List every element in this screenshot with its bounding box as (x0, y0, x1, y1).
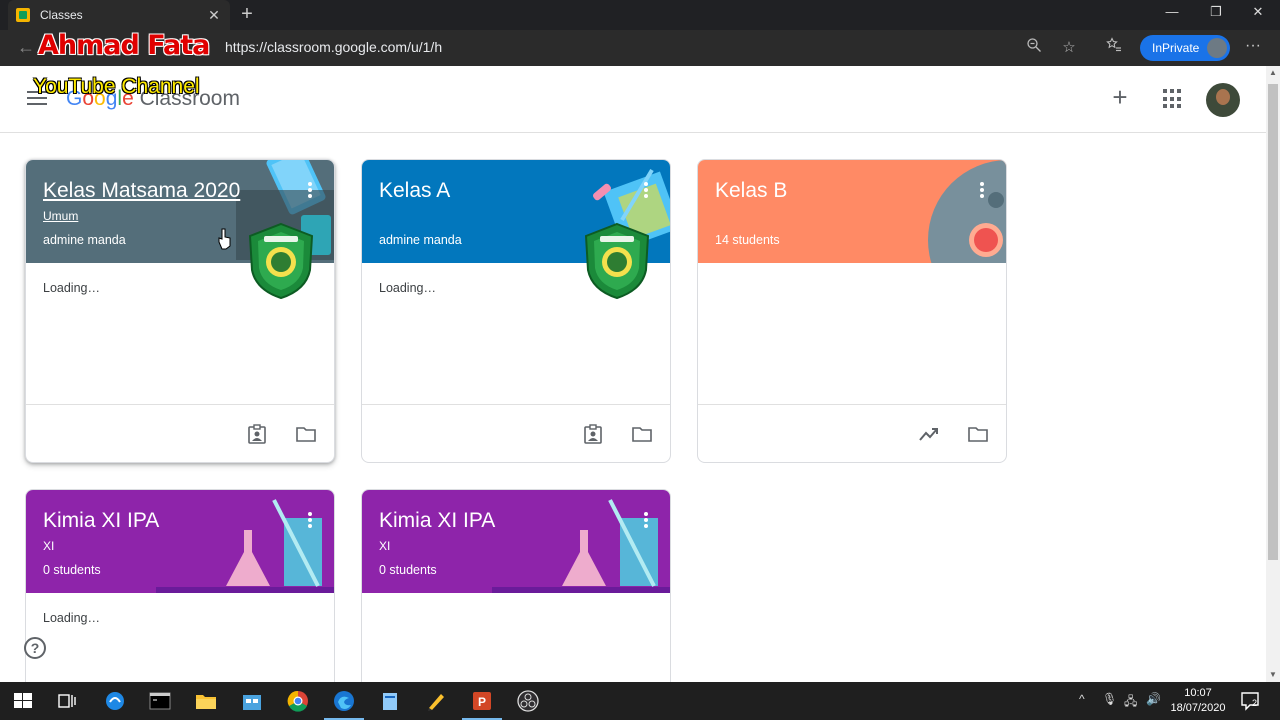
folder-icon[interactable] (296, 424, 316, 444)
class-card-banner[interactable]: Kelas B 14 students (698, 160, 1006, 263)
back-arrow-icon[interactable]: ← (14, 36, 38, 60)
profile-avatar (1207, 38, 1227, 58)
class-title-link[interactable]: Kimia XI IPA (43, 509, 159, 533)
classroom-favicon-icon (16, 8, 30, 22)
class-student-count: 0 students (379, 563, 437, 577)
class-owner: admine manda (379, 233, 462, 247)
url-field[interactable]: https://classroom.google.com/u/1/h (225, 39, 442, 55)
class-loading-text: Loading… (43, 281, 100, 295)
browser-tab-classes[interactable]: Classes ✕ (8, 0, 230, 30)
notification-count: 2 (1252, 698, 1258, 708)
folder-icon[interactable] (968, 424, 988, 444)
class-title-link[interactable]: Kelas Matsama 2020 (43, 179, 240, 203)
zoom-icon[interactable] (1023, 37, 1045, 59)
trending-up-icon[interactable] (919, 424, 939, 444)
class-options-icon[interactable] (644, 512, 648, 528)
class-owner: admine manda (43, 233, 126, 247)
svg-text:P: P (478, 695, 486, 709)
class-title-link[interactable]: Kelas B (715, 179, 787, 203)
class-section[interactable]: Umum (43, 209, 78, 223)
edge-icon[interactable] (333, 690, 355, 712)
class-loading-text: Loading… (43, 611, 100, 625)
watermark-title: Ahmad Fata (38, 30, 210, 61)
pen-icon[interactable] (425, 690, 447, 712)
banner-illustration-icon (928, 160, 1006, 263)
class-student-count: 14 students (715, 233, 780, 247)
class-options-icon[interactable] (644, 182, 648, 198)
minimize-button[interactable]: — (1150, 0, 1194, 30)
scroll-down-arrow-icon[interactable]: ▼ (1266, 668, 1280, 682)
terminal-icon[interactable] (149, 690, 171, 712)
class-options-icon[interactable] (308, 512, 312, 528)
class-card[interactable]: Kelas B 14 students (697, 159, 1007, 463)
google-apps-icon[interactable] (1163, 89, 1183, 109)
taskbar-clock[interactable]: 10:07 18/07/2020 (1168, 686, 1228, 716)
class-card[interactable]: Kelas A admine manda Loading… (361, 159, 671, 463)
account-avatar[interactable] (1206, 83, 1240, 117)
student-work-icon[interactable] (247, 424, 267, 444)
powerpoint-icon[interactable]: P (471, 690, 493, 712)
chrome-icon[interactable] (287, 690, 309, 712)
obs-icon[interactable] (517, 690, 539, 712)
browser-tab-bar: Classes ✕ + — ❐ ✕ (0, 0, 1280, 30)
class-card-footer (698, 404, 1006, 462)
microphone-icon[interactable]: 🎙 (1102, 692, 1117, 706)
class-student-count: 0 students (43, 563, 101, 577)
banner-illustration-icon (492, 499, 670, 593)
favorite-star-icon[interactable]: ☆ (1058, 37, 1080, 59)
class-options-icon[interactable] (980, 182, 984, 198)
school-badge-icon (248, 222, 314, 300)
restore-button[interactable]: ❐ (1194, 0, 1238, 30)
class-title-link[interactable]: Kimia XI IPA (379, 509, 495, 533)
close-window-button[interactable]: ✕ (1236, 0, 1280, 30)
network-icon[interactable]: 🖧 (1124, 692, 1137, 713)
task-view-icon[interactable] (56, 690, 78, 712)
favorites-list-icon[interactable] (1103, 37, 1125, 59)
class-card-banner[interactable]: Kimia XI IPA XI 0 students (26, 490, 334, 593)
class-options-icon[interactable] (308, 182, 312, 198)
store-icon[interactable] (241, 690, 263, 712)
class-title-link[interactable]: Kelas A (379, 179, 450, 203)
class-card-banner[interactable]: Kimia XI IPA XI 0 students (362, 490, 670, 593)
new-tab-button[interactable]: + (236, 4, 258, 26)
school-badge-icon (584, 222, 650, 300)
show-hidden-icons-icon[interactable]: ^ (1079, 692, 1085, 706)
class-section[interactable]: XI (379, 539, 390, 553)
tab-close-icon[interactable]: ✕ (206, 7, 222, 24)
hand-cursor-icon (218, 228, 231, 250)
class-card[interactable]: Kimia XI IPA XI 0 students (361, 489, 671, 689)
help-icon[interactable]: ? (24, 637, 46, 659)
class-section[interactable]: XI (43, 539, 54, 553)
inprivate-label: InPrivate (1152, 41, 1200, 55)
class-card-footer (26, 404, 334, 462)
banner-illustration-icon (156, 499, 334, 593)
student-work-icon[interactable] (583, 424, 603, 444)
notes-icon[interactable] (379, 690, 401, 712)
windows-start-icon[interactable] (12, 690, 34, 712)
class-card-footer (362, 404, 670, 462)
class-card[interactable]: Kelas Matsama 2020 Umum admine manda Loa… (25, 159, 335, 463)
folder-icon[interactable] (632, 424, 652, 444)
more-options-icon[interactable]: ··· (1242, 37, 1264, 55)
notification-center-icon[interactable]: 2 (1240, 691, 1262, 711)
clock-time: 10:07 (1184, 687, 1212, 699)
volume-icon[interactable]: 🔊 (1146, 692, 1161, 706)
tab-title: Classes (40, 8, 83, 22)
scrollbar-thumb[interactable] (1268, 84, 1278, 560)
scroll-up-arrow-icon[interactable]: ▲ (1266, 66, 1280, 80)
create-join-class-button[interactable]: + (1107, 84, 1133, 111)
class-card[interactable]: Kimia XI IPA XI 0 students Loading… (25, 489, 335, 689)
windows-taskbar: P ^ 🎙 🖧 🔊 10:07 18/07/2020 2 (0, 682, 1280, 720)
page-scrollbar[interactable]: ▲ ▼ (1266, 66, 1280, 682)
inprivate-button[interactable]: InPrivate (1140, 35, 1230, 61)
clock-date: 18/07/2020 (1170, 702, 1226, 714)
file-explorer-icon[interactable] (195, 690, 217, 712)
watermark-subtitle: YouTube Channel (33, 75, 200, 98)
app-icon[interactable] (104, 690, 126, 712)
class-loading-text: Loading… (379, 281, 436, 295)
